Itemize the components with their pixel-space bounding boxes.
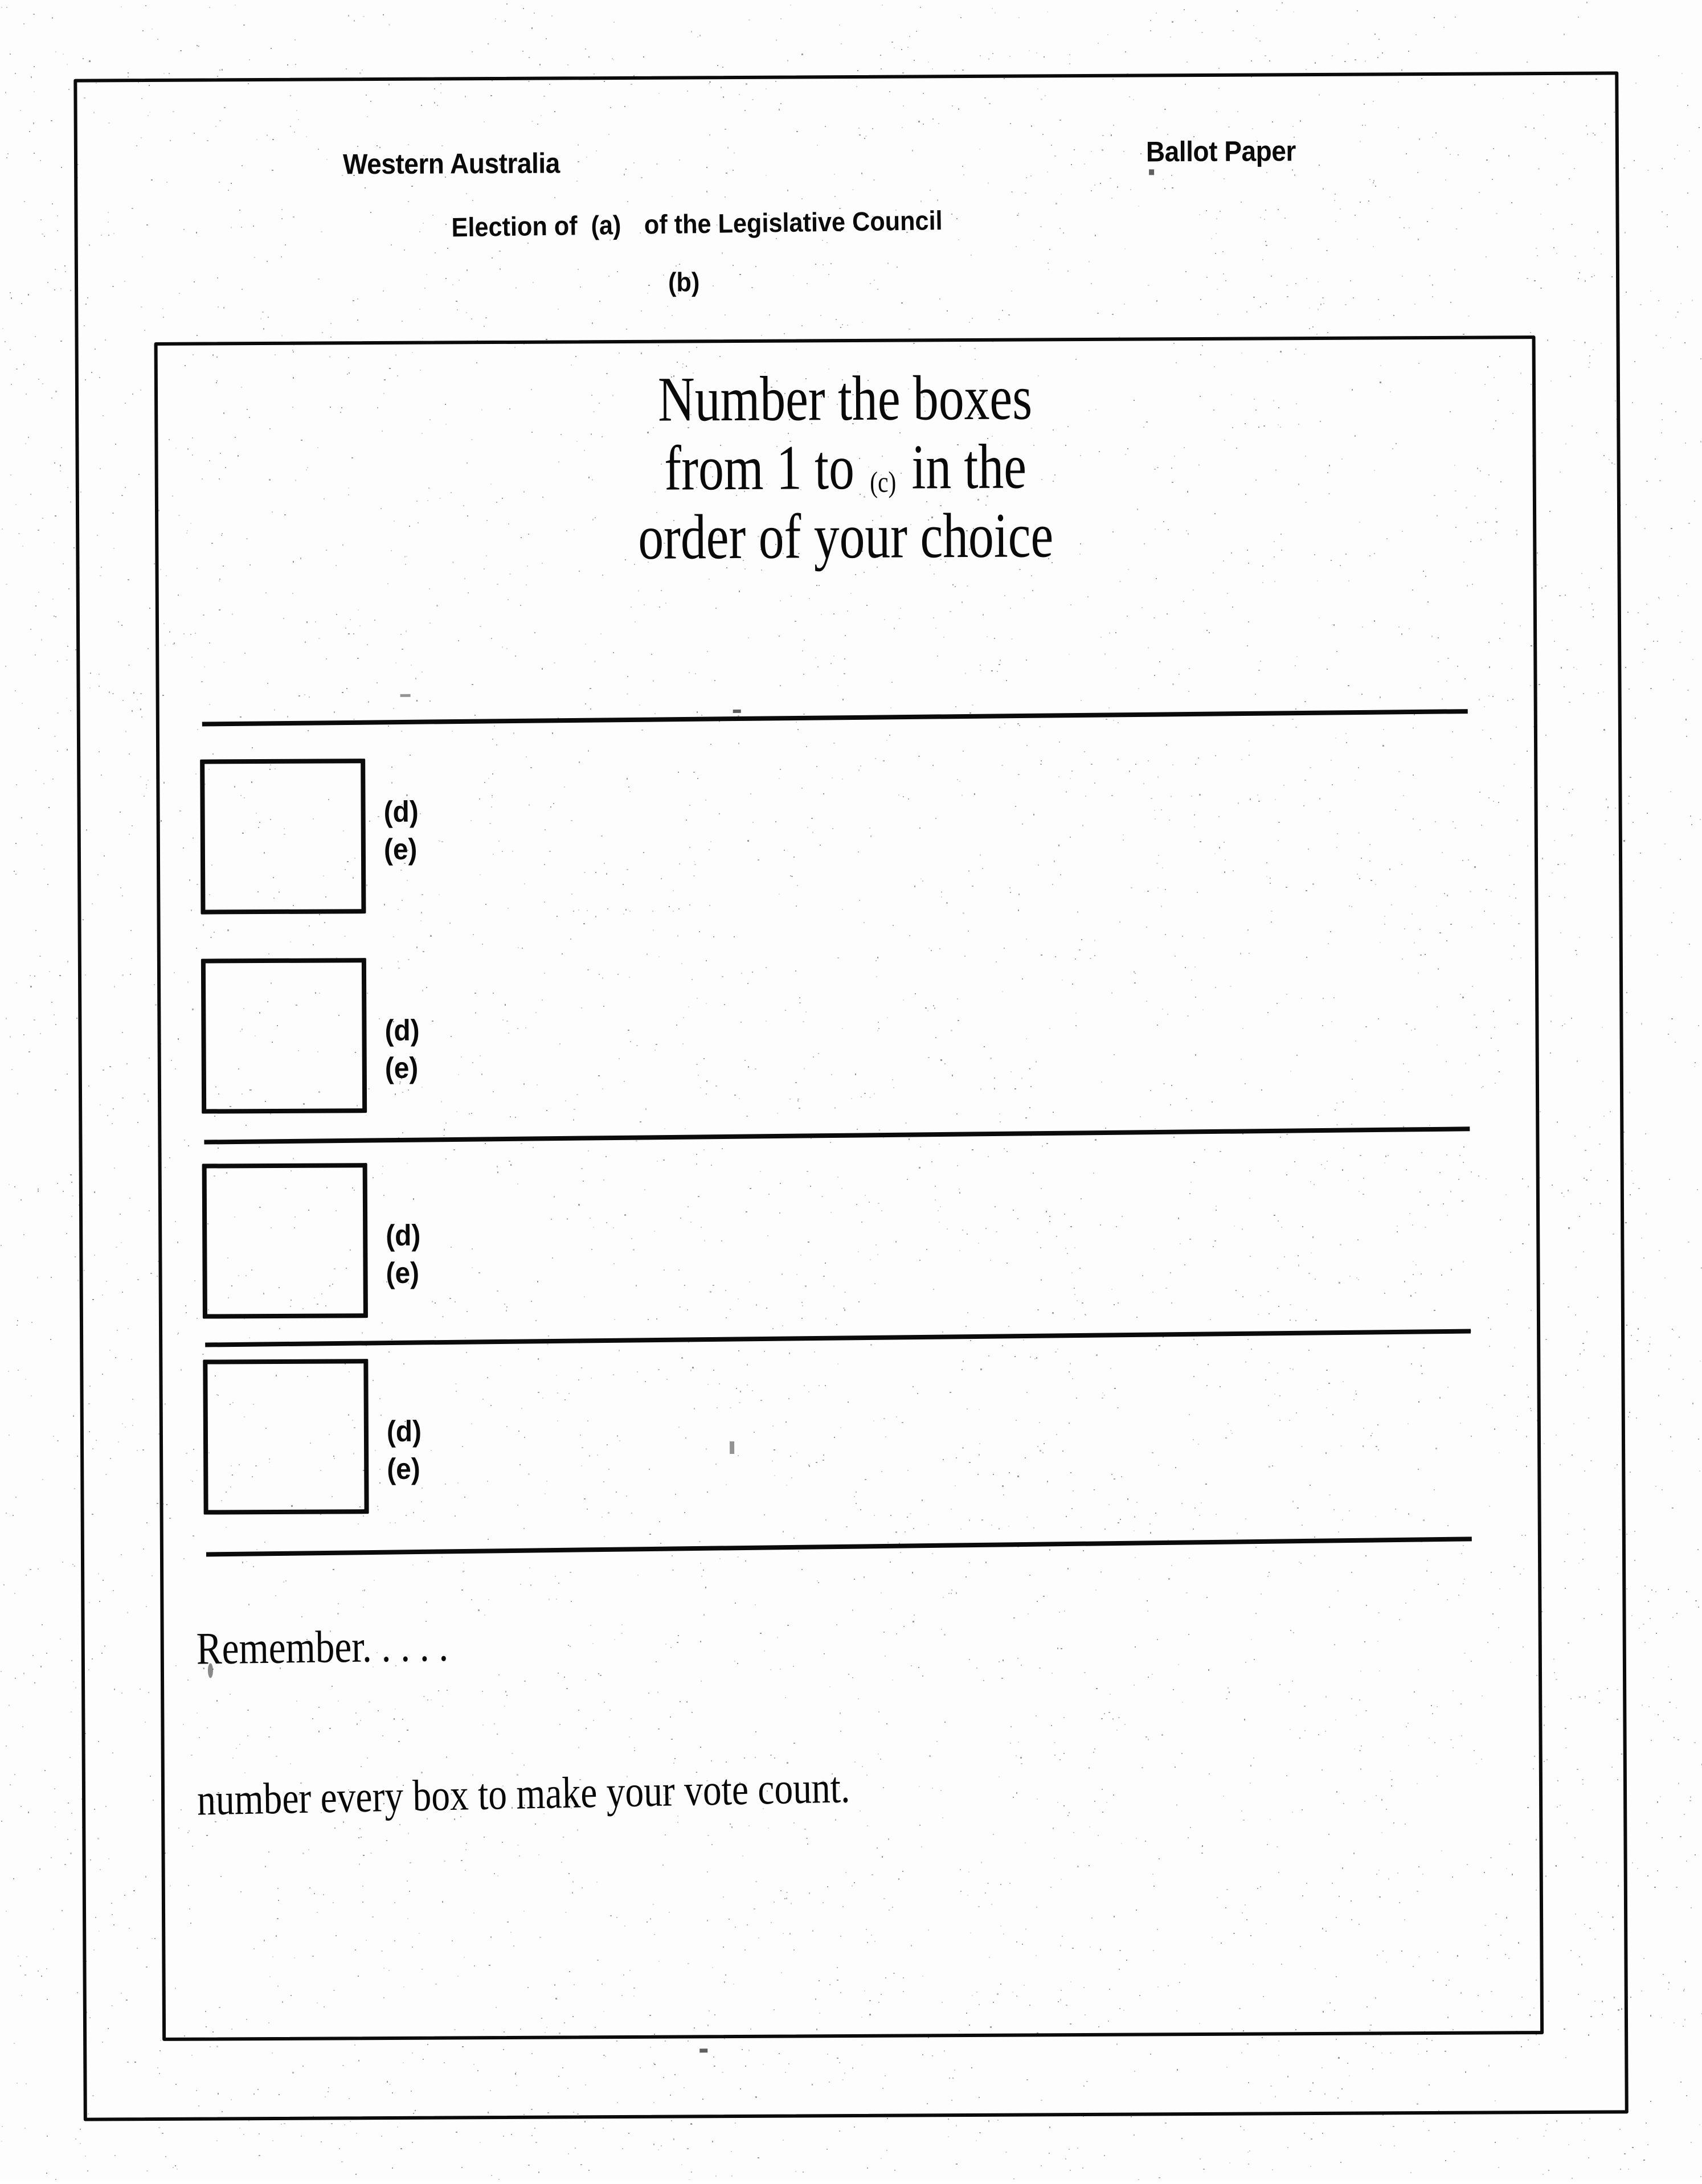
document-type-label: Ballot Paper [1146,134,1296,168]
election-suffix: of the Legislative Council [644,205,942,240]
ballot-sheet: Western Australia Ballot Paper Election … [0,0,1702,2184]
jurisdiction-label: Western Australia [343,146,560,181]
candidate-label-e: (e) [384,831,419,868]
candidate-labels: (d) (e) [386,1218,421,1292]
scan-artifact [400,694,411,697]
scan-artifact [208,1663,213,1678]
instruction-line-2-after: in the [911,431,1026,502]
placeholder-a: (a) [591,210,621,240]
candidate-labels: (d) (e) [387,1413,422,1488]
instruction-heading: Number the boxes from 1 to (c) in the or… [154,361,1537,575]
candidate-label-d: (d) [384,1013,419,1050]
preference-number-box[interactable] [203,1359,369,1514]
preference-number-box[interactable] [201,958,367,1113]
candidate-labels: (d) (e) [384,1013,420,1087]
scan-artifact [699,2048,707,2052]
instruction-line-2: from 1 to (c) in the [293,431,1398,505]
election-prefix: Election of [451,210,578,242]
candidate-label-e: (e) [385,1050,420,1087]
placeholder-b: (b) [668,266,699,297]
candidate-label-e: (e) [386,1255,420,1292]
instruction-line-2-before: from 1 to [664,432,854,504]
scan-artifact [1149,169,1154,175]
candidate-label-d: (d) [387,1413,422,1451]
scan-artifact [733,710,741,713]
candidate-label-d: (d) [383,794,418,831]
instruction-line-3: order of your choice [293,499,1398,573]
candidate-label-e: (e) [387,1450,422,1488]
preference-number-box[interactable] [200,759,366,914]
scan-artifact [730,1441,734,1454]
remember-heading: Remember. . . . . [196,1620,448,1675]
candidate-label-d: (d) [386,1218,420,1255]
placeholder-c: (c) [867,466,899,499]
preference-number-box[interactable] [202,1163,368,1318]
instruction-line-1: Number the boxes [292,362,1398,436]
candidate-labels: (d) (e) [383,794,419,868]
